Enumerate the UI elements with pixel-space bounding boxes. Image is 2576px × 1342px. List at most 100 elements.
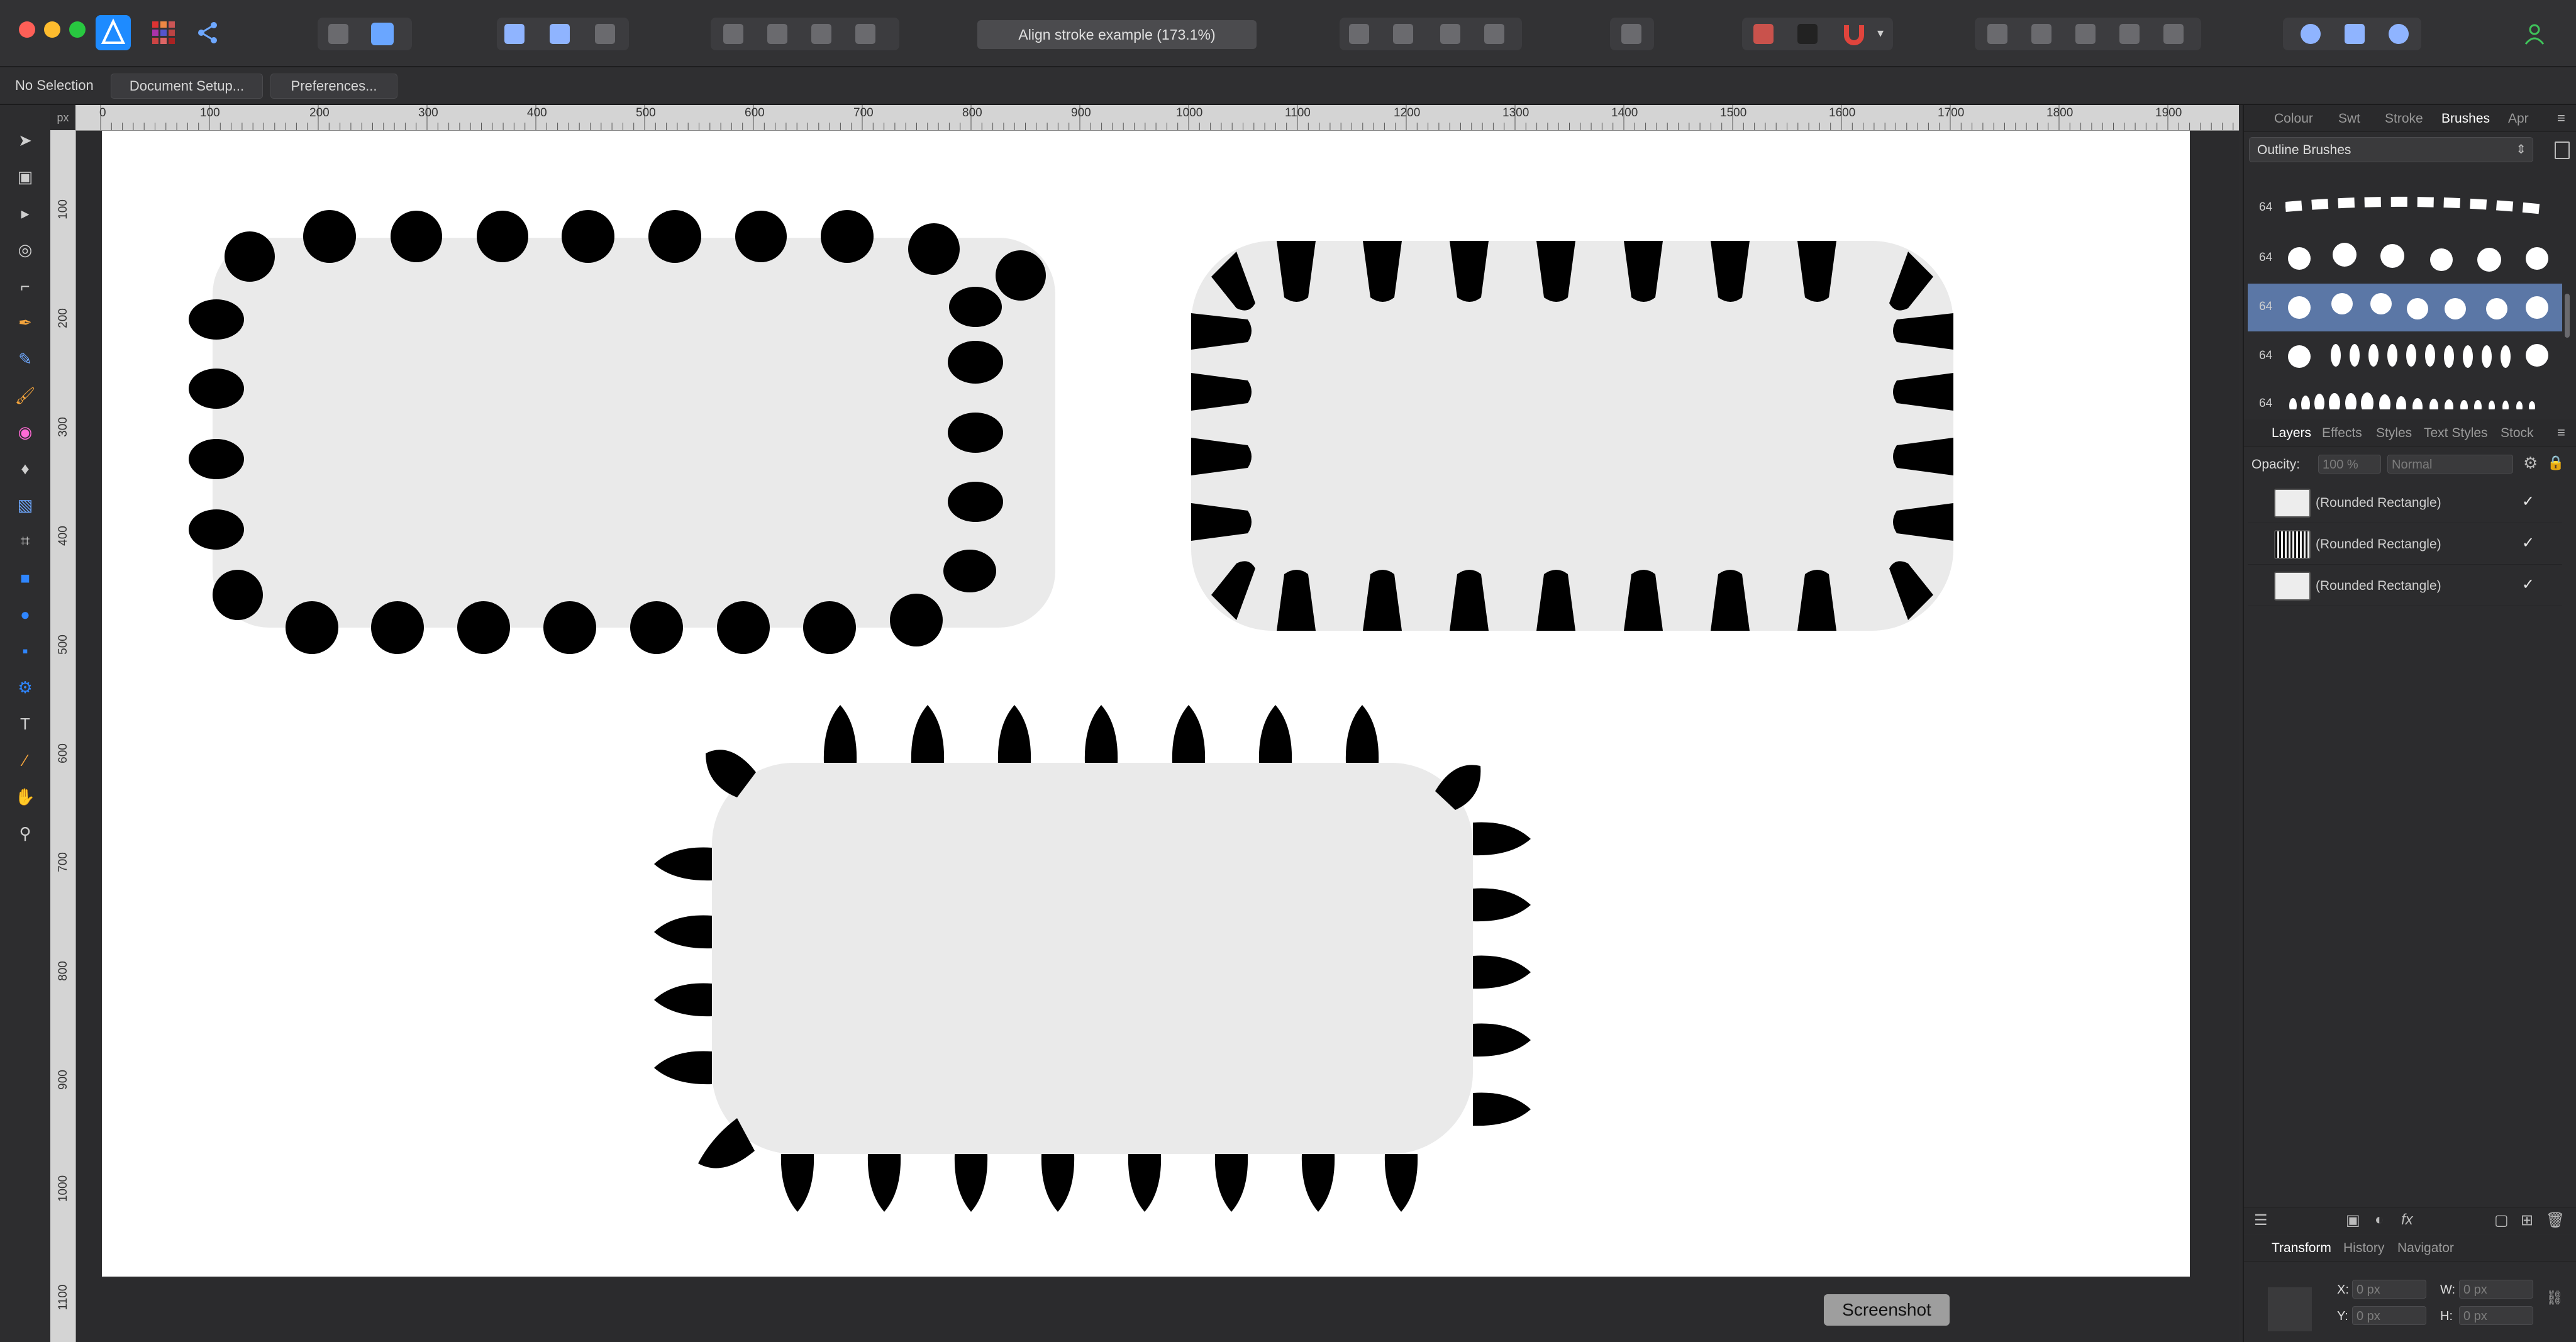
- snapping-options-icon[interactable]: [1797, 24, 1818, 44]
- rounded-rectangle-shape[interactable]: [654, 705, 1531, 1212]
- artboard-tool-icon[interactable]: ▣: [13, 164, 38, 189]
- pen-tool-icon[interactable]: ✒: [13, 310, 38, 335]
- arrange-forward-icon[interactable]: [811, 24, 831, 44]
- rectangle-tool-icon[interactable]: ■: [13, 565, 38, 591]
- move-tool-icon[interactable]: ➤: [13, 128, 38, 153]
- export-persona-icon[interactable]: [195, 20, 220, 45]
- tab-effects[interactable]: Effects: [2322, 426, 2362, 441]
- tab-styles[interactable]: Styles: [2376, 426, 2412, 441]
- brush-item[interactable]: 64: [2248, 184, 2562, 232]
- arrange-front-icon[interactable]: [855, 24, 875, 44]
- user-account-icon[interactable]: [2522, 21, 2547, 47]
- tab-colour[interactable]: Colour: [2274, 111, 2313, 126]
- insert-inside-icon[interactable]: [2301, 24, 2321, 44]
- minimize-window-button[interactable]: [44, 21, 60, 38]
- subtract-boolean-icon[interactable]: [2031, 24, 2051, 44]
- visibility-checkbox[interactable]: ✓: [2522, 575, 2534, 594]
- place-image-icon[interactable]: ▧: [13, 492, 38, 518]
- brush-item-selected[interactable]: 64: [2248, 284, 2562, 331]
- brushes-scrollbar[interactable]: [2565, 294, 2570, 338]
- brush-item[interactable]: 64: [2248, 380, 2562, 409]
- pentagon-icon[interactable]: [328, 24, 348, 44]
- align-icon[interactable]: [1621, 24, 1641, 44]
- layer-row[interactable]: (Rounded Rectangle) ✓: [2248, 482, 2562, 523]
- layer-row[interactable]: (Rounded Rectangle) ✓: [2248, 565, 2562, 606]
- intersect-boolean-icon[interactable]: [2075, 24, 2096, 44]
- flip-horizontal-icon[interactable]: [1349, 24, 1369, 44]
- add-layer-icon[interactable]: ▢: [2494, 1211, 2509, 1229]
- document-setup-button[interactable]: Document Setup...: [111, 74, 263, 99]
- arrange-back-icon[interactable]: [723, 24, 743, 44]
- divide-boolean-icon[interactable]: [2163, 24, 2184, 44]
- crop-tool-icon[interactable]: ⌗: [13, 529, 38, 554]
- brush-item[interactable]: 64: [2248, 235, 2562, 282]
- w-field[interactable]: 0 px: [2459, 1280, 2533, 1299]
- tab-navigator[interactable]: Navigator: [2397, 1241, 2454, 1256]
- group-layers-icon[interactable]: ⊞: [2521, 1211, 2533, 1229]
- invert-selection-icon[interactable]: [595, 24, 615, 44]
- rounded-rectangle-icon[interactable]: ▪: [13, 638, 38, 663]
- deselect-icon[interactable]: [550, 24, 570, 44]
- preferences-button[interactable]: Preferences...: [270, 74, 397, 99]
- link-aspect-icon[interactable]: ⛓: [2546, 1290, 2563, 1306]
- select-all-icon[interactable]: [504, 24, 525, 44]
- paint-brush-icon[interactable]: 🖌: [13, 383, 38, 408]
- tab-stroke[interactable]: Stroke: [2385, 111, 2423, 126]
- flip-vertical-icon[interactable]: [1393, 24, 1413, 44]
- vertical-ruler[interactable]: 100 200 300 400 500 600 700 800 900 1000…: [50, 130, 76, 1342]
- anchor-selector[interactable]: [2268, 1287, 2312, 1331]
- horizontal-ruler[interactable]: 0 100 200 300 400 500 600 700 800 900 10…: [75, 105, 2239, 131]
- layer-row[interactable]: (Rounded Rectangle) ✓: [2248, 524, 2562, 565]
- fx-icon[interactable]: fx: [2401, 1211, 2413, 1229]
- adjustment-icon[interactable]: ◐: [2375, 1211, 2384, 1229]
- insert-top-icon[interactable]: [2389, 24, 2409, 44]
- opacity-field[interactable]: 100 %: [2318, 455, 2381, 474]
- pixel-persona-icon[interactable]: [151, 20, 176, 45]
- node-tool-icon[interactable]: ▸: [13, 201, 38, 226]
- snapping-grid-icon[interactable]: [1753, 24, 1774, 44]
- panel-options-icon[interactable]: [2555, 141, 2570, 159]
- shape-gear-icon[interactable]: ⚙: [13, 675, 38, 700]
- visibility-checkbox[interactable]: ✓: [2522, 534, 2534, 552]
- gear-icon[interactable]: ⚙: [2523, 453, 2538, 473]
- delete-layer-icon[interactable]: 🗑: [2546, 1211, 2565, 1229]
- mask-icon[interactable]: ▣: [2346, 1211, 2360, 1229]
- arrange-backward-icon[interactable]: [767, 24, 787, 44]
- tab-swatches[interactable]: Swt: [2338, 111, 2360, 126]
- rotate-left-icon[interactable]: [1440, 24, 1460, 44]
- fill-tool-icon[interactable]: ◉: [13, 419, 38, 445]
- designer-persona-icon[interactable]: [96, 15, 131, 50]
- tab-appearance[interactable]: Apr: [2508, 111, 2529, 126]
- h-field[interactable]: 0 px: [2459, 1306, 2533, 1325]
- hand-tool-icon[interactable]: ✋: [13, 784, 38, 809]
- snapping-dropdown-icon[interactable]: ▾: [1877, 25, 1884, 41]
- lock-icon[interactable]: 🔒: [2547, 455, 2564, 471]
- tab-transform[interactable]: Transform: [2272, 1241, 2331, 1256]
- layers-stack-icon[interactable]: ☰: [2254, 1211, 2268, 1229]
- transparency-tool-icon[interactable]: ♦: [13, 456, 38, 481]
- add-boolean-icon[interactable]: [1987, 24, 2007, 44]
- magnet-snapping-icon[interactable]: [1841, 21, 1867, 47]
- gear-settings-icon[interactable]: [371, 23, 394, 45]
- pencil-tool-icon[interactable]: ✎: [13, 347, 38, 372]
- blend-mode-select[interactable]: Normal: [2387, 455, 2513, 474]
- point-transform-icon[interactable]: ⌐: [13, 274, 38, 299]
- rounded-rectangle-shape[interactable]: [1191, 241, 1953, 631]
- tab-stock[interactable]: Stock: [2501, 426, 2534, 441]
- brush-category-select[interactable]: Outline Brushes ⇕: [2249, 137, 2533, 162]
- rounded-rectangle-shape[interactable]: [189, 210, 1055, 654]
- panel-menu-icon[interactable]: ≡: [2557, 424, 2565, 441]
- corner-tool-icon[interactable]: ◎: [13, 237, 38, 262]
- x-field[interactable]: 0 px: [2352, 1280, 2426, 1299]
- tab-layers[interactable]: Layers: [2272, 426, 2311, 441]
- zoom-window-button[interactable]: [69, 21, 86, 38]
- xor-boolean-icon[interactable]: [2119, 24, 2140, 44]
- tab-history[interactable]: History: [2343, 1241, 2384, 1256]
- close-window-button[interactable]: [19, 21, 35, 38]
- document-canvas[interactable]: [102, 131, 2190, 1277]
- tab-text-styles[interactable]: Text Styles: [2424, 426, 2488, 441]
- rotate-right-icon[interactable]: [1484, 24, 1504, 44]
- tab-brushes[interactable]: Brushes: [2441, 111, 2490, 126]
- visibility-checkbox[interactable]: ✓: [2522, 492, 2534, 511]
- insert-behind-icon[interactable]: [2345, 24, 2365, 44]
